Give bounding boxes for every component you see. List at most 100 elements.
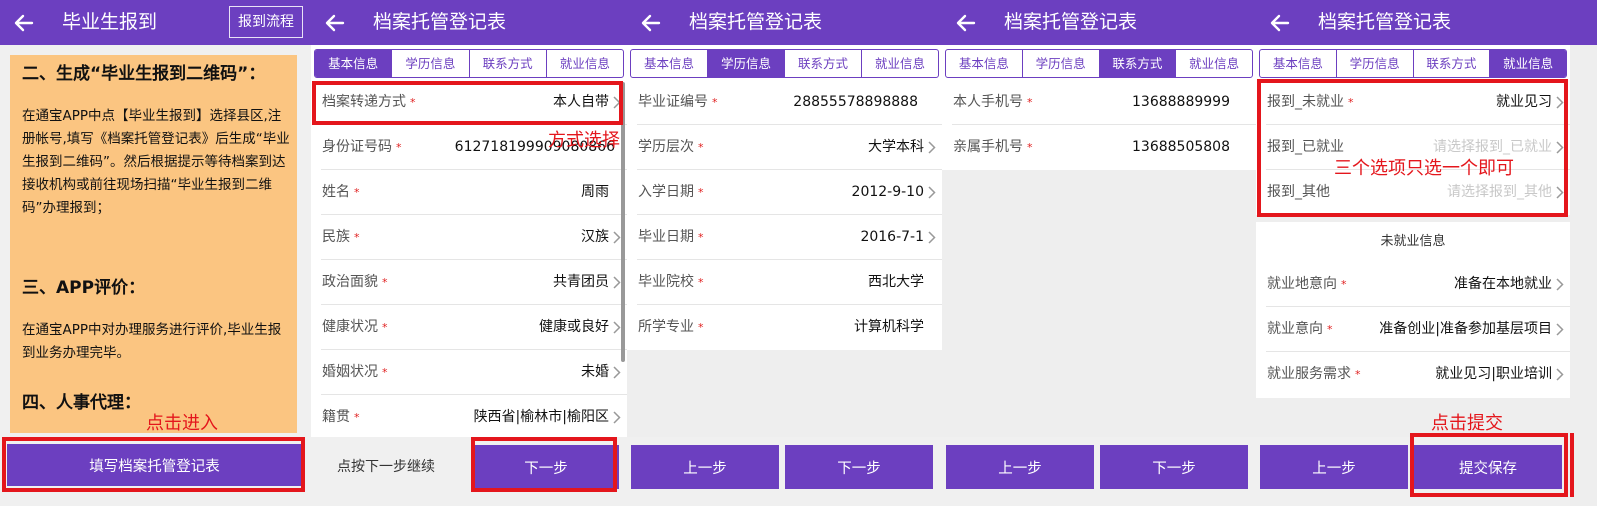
row-value: 准备创业|准备参加基层项目 [1379, 321, 1552, 337]
row-value: 未婚 [581, 364, 609, 380]
tab-education-info[interactable]: 学历信息 [1335, 50, 1413, 77]
chevron-right-icon [928, 231, 936, 244]
row-label: 入学日期 [638, 184, 694, 200]
form-row-employment-location-intent[interactable]: 就业地意向 * 准备在本地就业 [1266, 262, 1570, 307]
form-row-graduated-school[interactable]: 毕业院校 * 西北大学 [637, 260, 942, 305]
form-row-own-phone[interactable]: 本人手机号 * 13688889999 [952, 80, 1256, 125]
form-row-health-status[interactable]: 健康状况 * 健康或良好 [321, 305, 627, 350]
row-value: 就业见习|职业培训 [1435, 366, 1552, 382]
chevron-right-icon [928, 186, 936, 199]
required-mark: * [712, 96, 718, 109]
next-step-button[interactable]: 下一步 [1100, 445, 1248, 489]
back-arrow-icon[interactable] [639, 11, 663, 35]
previous-step-button[interactable]: 上一步 [631, 445, 779, 489]
tab-contact-info[interactable]: 联系方式 [468, 50, 546, 77]
screen3-footer: 上一步 下一步 [627, 437, 942, 506]
form-tabs: 基本信息 学历信息 联系方式 就业信息 [314, 49, 624, 78]
tab-basic-info[interactable]: 基本信息 [1260, 50, 1336, 77]
tab-employment-info[interactable]: 就业信息 [861, 50, 938, 77]
row-value: 2016-7-1 [860, 229, 924, 245]
back-arrow-icon[interactable] [12, 11, 36, 35]
row-label: 婚姻状况 [322, 364, 378, 380]
row-label: 健康状况 [322, 319, 378, 335]
tab-employment-info[interactable]: 就业信息 [545, 50, 623, 77]
row-label: 政治面貌 [322, 274, 378, 290]
right-edge-fill [1570, 0, 1597, 506]
guide-card[interactable]: 二、生成“毕业生报到二维码”： 在通宝APP中点【毕业生报到】选择县区,注册帐号… [10, 55, 297, 433]
tab-contact-info[interactable]: 联系方式 [784, 50, 861, 77]
app-header: 档案托管登记表 [942, 0, 1256, 45]
tab-basic-info[interactable]: 基本信息 [631, 50, 707, 77]
form-row-name[interactable]: 姓名 * 周雨 [321, 170, 627, 215]
unemployed-info-form: 就业地意向 * 准备在本地就业 就业意向 * 准备创业|准备参加基层项目 就业服务需… [1256, 262, 1570, 397]
form-row-political-status[interactable]: 政治面貌 * 共青团员 [321, 260, 627, 305]
row-label: 学历层次 [638, 139, 694, 155]
chevron-right-icon [1556, 323, 1564, 336]
tab-education-info[interactable]: 学历信息 [391, 50, 468, 77]
screen-education-info: 档案托管登记表 基本信息 学历信息 联系方式 就业信息 毕业证编号 * 28855… [627, 0, 942, 506]
required-mark: * [698, 141, 704, 154]
tab-education-info[interactable]: 学历信息 [707, 50, 784, 77]
annotation-choose-one: 三个选项只选一个即可 [1334, 158, 1514, 179]
page-title: 毕业生报到 [62, 11, 158, 33]
row-value: 28855578898888 [793, 94, 918, 110]
tab-contact-info[interactable]: 联系方式 [1412, 50, 1490, 77]
required-mark: * [396, 141, 402, 154]
form-row-employment-intent[interactable]: 就业意向 * 准备创业|准备参加基层项目 [1266, 307, 1570, 352]
tab-employment-info[interactable]: 就业信息 [1489, 50, 1566, 77]
row-label: 毕业日期 [638, 229, 694, 245]
app-header: 档案托管登记表 [311, 0, 627, 45]
row-value: 西北大学 [868, 274, 924, 290]
screen4-footer: 上一步 下一步 [942, 437, 1256, 506]
tab-employment-info[interactable]: 就业信息 [1175, 50, 1252, 77]
app-header: 档案托管登记表 [627, 0, 942, 45]
tab-basic-info[interactable]: 基本信息 [946, 50, 1022, 77]
form-row-employment-service-needs[interactable]: 就业服务需求 * 就业见习|职业培训 [1266, 352, 1570, 397]
form-row-diploma-number[interactable]: 毕业证编号 * 28855578898888 [637, 80, 942, 125]
previous-step-button[interactable]: 上一步 [1260, 445, 1408, 489]
page-title: 档案托管登记表 [689, 11, 823, 33]
form-row-ethnicity[interactable]: 民族 * 汉族 [321, 215, 627, 260]
form-row-enrollment-date[interactable]: 入学日期 * 2012-9-10 [637, 170, 942, 215]
tab-education-info[interactable]: 学历信息 [1021, 50, 1099, 77]
required-mark: * [1027, 141, 1033, 154]
row-label: 所学专业 [638, 319, 694, 335]
contact-info-form: 本人手机号 * 13688889999 亲属手机号 * 13688505808 [942, 80, 1256, 170]
row-label: 毕业证编号 [638, 94, 708, 110]
required-mark: * [1027, 96, 1033, 109]
chevron-right-icon [613, 411, 621, 424]
form-row-relative-phone[interactable]: 亲属手机号 * 13688505808 [952, 125, 1256, 170]
form-row-graduation-date[interactable]: 毕业日期 * 2016-7-1 [637, 215, 942, 260]
form-tabs: 基本信息 学历信息 联系方式 就业信息 [1259, 49, 1567, 78]
back-arrow-icon[interactable] [323, 11, 347, 35]
screen-basic-info: 档案托管登记表 基本信息 学历信息 联系方式 就业信息 档案转递方式 * 本人自带… [311, 0, 627, 506]
row-label: 姓名 [322, 184, 350, 200]
back-arrow-icon[interactable] [1268, 11, 1292, 35]
report-process-button[interactable]: 报到流程 [229, 6, 303, 38]
chevron-right-icon [613, 276, 621, 289]
form-row-native-place[interactable]: 籍贯 * 陕西省|榆林市|榆阳区 [321, 395, 627, 440]
page-title: 档案托管登记表 [1004, 11, 1138, 33]
annotation-highlight-box [1257, 79, 1568, 217]
chevron-right-icon [613, 321, 621, 334]
next-step-button[interactable]: 下一步 [785, 445, 933, 489]
required-mark: * [698, 276, 704, 289]
annotation-highlight-box [471, 437, 617, 492]
chevron-right-icon [613, 231, 621, 244]
tab-contact-info[interactable]: 联系方式 [1098, 50, 1176, 77]
guide-heading-3: 三、APP评价： [22, 278, 146, 298]
row-label: 毕业院校 [638, 274, 694, 290]
form-row-marital-status[interactable]: 婚姻状况 * 未婚 [321, 350, 627, 395]
guide-paragraph-2: 在通宝APP中点【毕业生报到】选择县区,注册帐号,填写《档案托管登记表》后生成“… [22, 108, 290, 216]
form-row-major[interactable]: 所学专业 * 计算机科学 [637, 305, 942, 350]
previous-step-button[interactable]: 上一步 [946, 445, 1094, 489]
back-arrow-icon[interactable] [954, 11, 978, 35]
chevron-right-icon [928, 141, 936, 154]
required-mark: * [382, 321, 388, 334]
guide-paragraph-3: 在通宝APP中对办理服务进行评价,毕业生报到业务办理完毕。 [22, 322, 282, 361]
required-mark: * [354, 186, 360, 199]
annotation-box-edge [1570, 433, 1574, 497]
tab-basic-info[interactable]: 基本信息 [315, 50, 392, 77]
required-mark: * [1327, 323, 1333, 336]
form-row-education-level[interactable]: 学历层次 * 大学本科 [637, 125, 942, 170]
